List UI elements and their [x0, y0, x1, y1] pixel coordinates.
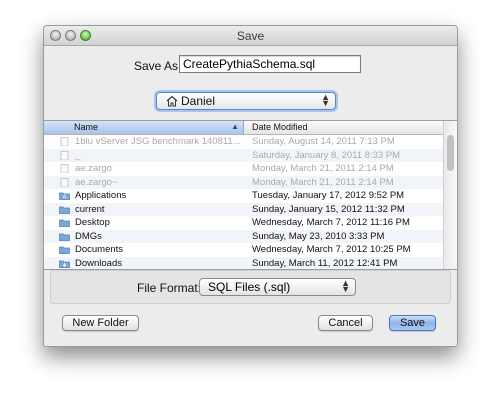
file-format-popup[interactable]: SQL Files (.sql) ▲ ▼ [199, 278, 356, 296]
scrollbar-thumb[interactable] [447, 135, 454, 171]
file-list-row[interactable]: Desktop Wednesday, March 7, 2012 11:16 PM [44, 216, 444, 230]
cancel-button[interactable]: Cancel [318, 315, 373, 331]
chevron-updown-icon: ▲ ▼ [341, 278, 350, 294]
file-date-modified: Monday, March 21, 2011 2:14 PM [252, 176, 394, 188]
folder-icon [59, 233, 70, 241]
file-date-modified: Wednesday, March 7, 2012 11:16 PM [252, 217, 410, 228]
chevron-updown-icon: ▲ ▼ [321, 92, 330, 108]
column-header-date-modified[interactable]: Date Modified [244, 121, 444, 134]
file-browser: Name ▲ Date Modified 1blu vServer JSG be… [44, 120, 457, 270]
file-icon [60, 150, 69, 160]
file-date-modified: Monday, March 21, 2011 2:14 PM [252, 163, 394, 174]
file-date-modified: Sunday, May 23, 2010 3:33 PM [252, 230, 385, 242]
file-list-row[interactable]: Documents Wednesday, March 7, 2012 10:25 … [44, 243, 444, 257]
save-button[interactable]: Save [389, 315, 436, 331]
save-as-input[interactable] [179, 55, 361, 73]
column-headers: Name ▲ Date Modified [44, 121, 444, 135]
file-name: Applications [75, 190, 127, 201]
file-date-modified: Tuesday, January 17, 2012 9:52 PM [252, 190, 405, 201]
file-name: 1blu vServer JSG benchmark 140811... [75, 136, 241, 147]
column-header-name-label: Name [74, 122, 99, 132]
file-list-row[interactable]: A Applications Tuesday, January 17, 2012 9… [44, 189, 444, 203]
file-list-row[interactable]: DMGs Sunday, May 23, 2010 3:33 PM [44, 229, 444, 243]
svg-text:A: A [63, 195, 67, 200]
new-folder-button[interactable]: New Folder [62, 315, 139, 331]
downloads-folder-icon [59, 260, 70, 268]
file-name: Downloads [75, 257, 122, 269]
file-date-modified: Sunday, March 11, 2012 12:41 PM [252, 257, 398, 269]
home-icon [166, 95, 178, 107]
column-header-date-label: Date Modified [252, 122, 308, 132]
file-name: DMGs [75, 230, 102, 242]
file-list: 1blu vServer JSG benchmark 140811... Sund… [44, 135, 444, 269]
file-list-row: ae.zargo Monday, March 21, 2011 2:14 PM [44, 162, 444, 176]
file-format-selected: SQL Files (.sql) [208, 280, 291, 294]
file-date-modified: Sunday, January 15, 2012 11:32 PM [252, 203, 405, 215]
file-icon [60, 137, 69, 146]
file-name: ae.zargo~ [75, 176, 118, 188]
file-list-row[interactable]: Downloads Sunday, March 11, 2012 12:41 PM [44, 256, 444, 269]
file-list-row: ae.zargo~ Monday, March 21, 2011 2:14 PM [44, 175, 444, 189]
file-list-row: _ Saturday, January 8, 2011 8:33 PM [44, 148, 444, 162]
save-as-label: Save As: [134, 59, 182, 73]
sort-ascending-icon: ▲ [231, 122, 239, 131]
file-name: _ [75, 149, 81, 161]
file-date-modified: Saturday, January 8, 2011 8:33 PM [252, 149, 401, 161]
file-name: Desktop [75, 217, 110, 228]
folder-icon [59, 246, 70, 254]
column-header-name[interactable]: Name ▲ [44, 121, 244, 134]
folder-icon [59, 206, 70, 214]
file-list-row[interactable]: current Sunday, January 15, 2012 11:32 PM [44, 202, 444, 216]
location-label: Daniel [181, 94, 216, 108]
file-icon [60, 177, 69, 187]
file-name: ae.zargo [75, 163, 112, 174]
save-dialog: Save Save As: Daniel ▲▼ Name ▲ Date Modi… [43, 25, 458, 347]
location-popup-button[interactable]: Daniel ▲ ▼ [156, 92, 336, 110]
window-title: Save [236, 29, 265, 43]
file-name: current [75, 203, 105, 215]
file-list-row: 1blu vServer JSG benchmark 140811... Sund… [44, 135, 444, 149]
folder-icon [59, 219, 70, 227]
vertical-scrollbar[interactable] [443, 121, 457, 269]
file-date-modified: Sunday, August 14, 2011 7:13 PM [252, 136, 395, 147]
file-icon [60, 164, 69, 173]
file-name: Documents [75, 244, 124, 255]
applications-folder-icon: A [59, 192, 70, 200]
title-bar: Save [44, 26, 457, 46]
file-format-label: File Format: [137, 281, 202, 295]
file-date-modified: Wednesday, March 7, 2012 10:25 PM [252, 244, 411, 255]
